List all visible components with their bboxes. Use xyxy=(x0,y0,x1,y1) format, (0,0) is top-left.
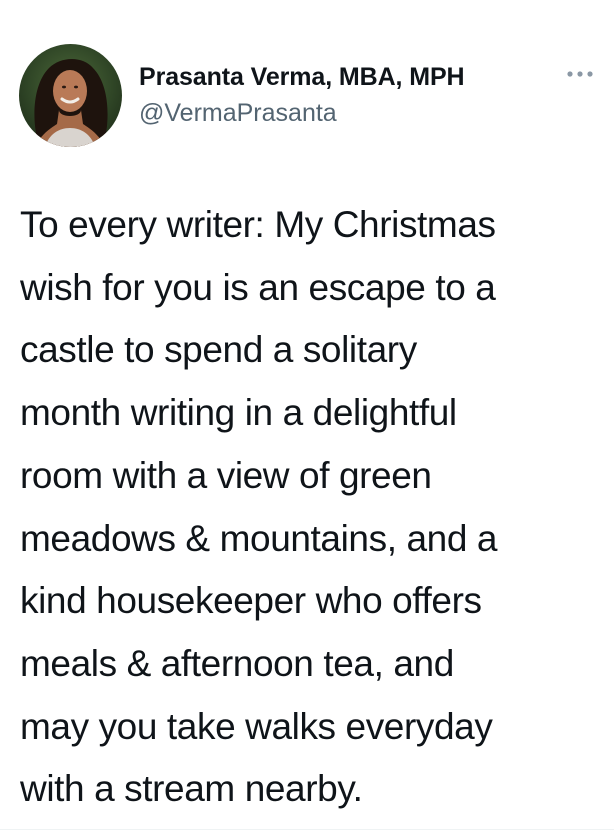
tweet-text-line: month writing in a delightful xyxy=(20,392,457,434)
author-display-name[interactable]: Prasanta Verma, MBA, MPH xyxy=(139,63,465,92)
author-handle[interactable]: @VermaPrasanta xyxy=(139,99,337,128)
tweet-text: To every writer: My Christmas wish for y… xyxy=(20,194,600,821)
avatar[interactable] xyxy=(19,44,122,147)
more-options-button[interactable] xyxy=(561,62,599,86)
tweet-text-line: meals & afternoon tea, and xyxy=(20,642,454,684)
avatar-photo-icon xyxy=(19,44,122,147)
tweet-text-line: wish for you is an escape to a xyxy=(20,266,496,308)
tweet-text-line: with a stream nearby. xyxy=(20,768,363,810)
tweet-text-line: may you take walks everyday xyxy=(20,705,493,747)
tweet-card: Prasanta Verma, MBA, MPH @VermaPrasanta … xyxy=(0,0,614,830)
tweet-text-line: room with a view of green xyxy=(20,454,432,496)
tweet-text-line: meadows & mountains, and a xyxy=(20,517,498,559)
tweet-text-line: castle to spend a solitary xyxy=(20,329,417,371)
tweet-text-line: To every writer: My Christmas xyxy=(20,204,496,245)
more-horizontal-icon xyxy=(567,71,593,77)
tweet-text-line: kind housekeeper who offers xyxy=(20,580,482,622)
